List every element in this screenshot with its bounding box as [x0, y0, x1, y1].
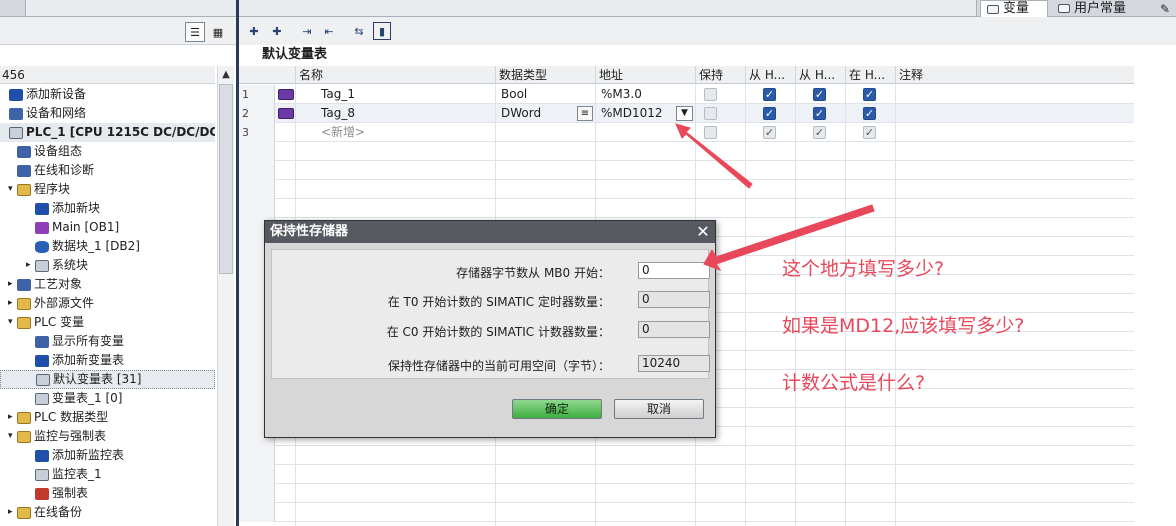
annotation-question-2: 如果是MD12,应该填写多少?: [782, 315, 1025, 337]
annotation-question-3: 计数公式是什么?: [782, 372, 926, 394]
arrow-to-address-field: [675, 123, 753, 189]
annotation-question-1: 这个地方填写多少?: [782, 258, 945, 280]
annotation-arrows: [675, 123, 875, 272]
